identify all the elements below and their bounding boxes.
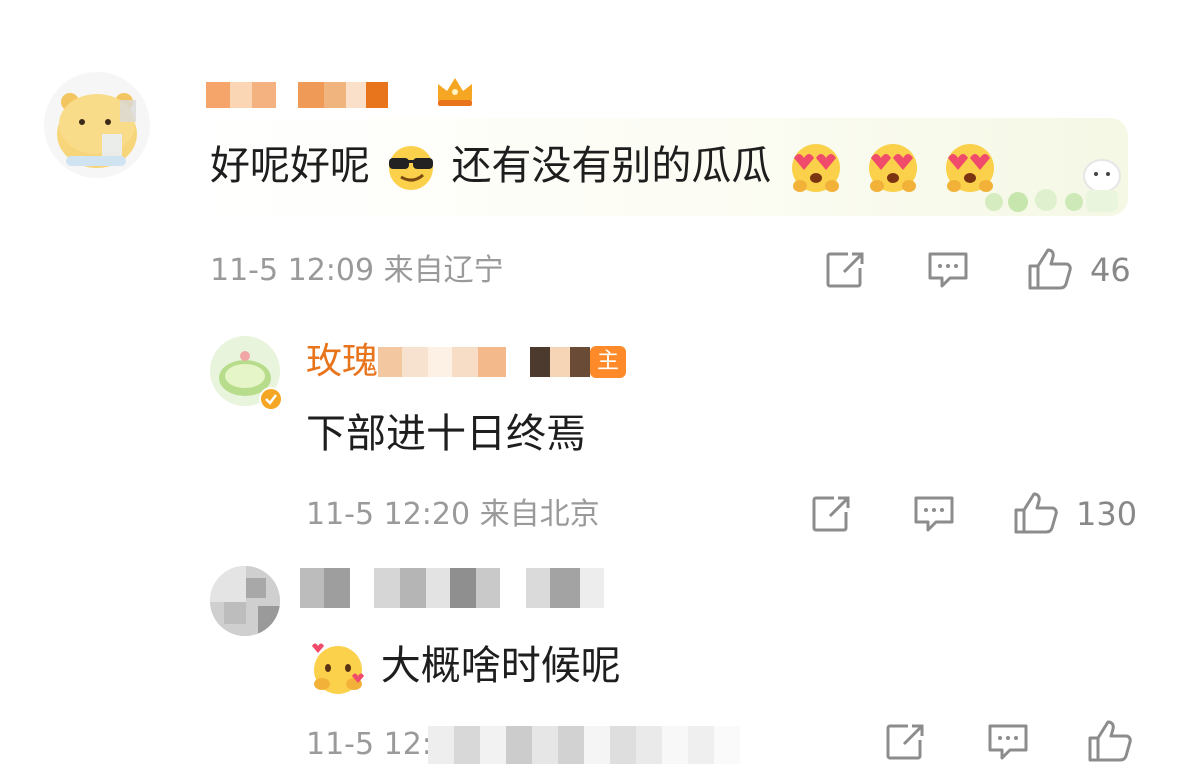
verified-badge-icon	[258, 386, 284, 412]
comment-time: 11-5 12:	[306, 727, 432, 762]
thumbs-up-icon[interactable]	[1012, 490, 1060, 536]
thumbs-up-icon[interactable]	[1026, 246, 1074, 292]
watermark-overlay	[428, 726, 740, 764]
comment-icon[interactable]	[912, 494, 956, 534]
thumbs-up-icon[interactable]	[1086, 718, 1134, 764]
username-pixelated	[378, 347, 591, 377]
comment-text: 大概啥时候呢	[308, 640, 621, 696]
avatar[interactable]	[44, 72, 150, 178]
username-pixelated[interactable]	[300, 568, 604, 608]
bubble-cat-decoration-icon	[976, 152, 1126, 216]
comment-icon[interactable]	[926, 250, 970, 290]
hamster-avatar-image	[57, 93, 137, 168]
comment-time: 11-5 12:20 来自北京	[306, 497, 600, 532]
blushing-emoji-icon	[308, 640, 368, 696]
comment-text: 好呢好呢 还有没有别的瓜瓜	[210, 140, 1002, 196]
like-count: 130	[1076, 495, 1138, 533]
heart-eyes-emoji-icon	[861, 140, 925, 196]
heart-eyes-emoji-icon	[784, 140, 848, 196]
like-count: 46	[1090, 251, 1131, 289]
share-icon[interactable]	[884, 722, 928, 762]
share-icon[interactable]	[824, 250, 868, 290]
sunglasses-emoji-icon	[383, 144, 439, 192]
crown-icon	[434, 74, 476, 108]
username[interactable]: 玫瑰 主	[306, 340, 627, 384]
share-icon[interactable]	[810, 494, 854, 534]
comment-time: 11-5 12:09 来自辽宁	[210, 253, 504, 288]
username-pixelated[interactable]	[206, 82, 388, 108]
photo-avatar-image	[210, 566, 280, 636]
author-badge: 主	[590, 346, 627, 378]
avatar[interactable]	[210, 566, 280, 636]
comment-icon[interactable]	[986, 722, 1030, 762]
comment-text: 下部进十日终焉	[306, 411, 586, 457]
